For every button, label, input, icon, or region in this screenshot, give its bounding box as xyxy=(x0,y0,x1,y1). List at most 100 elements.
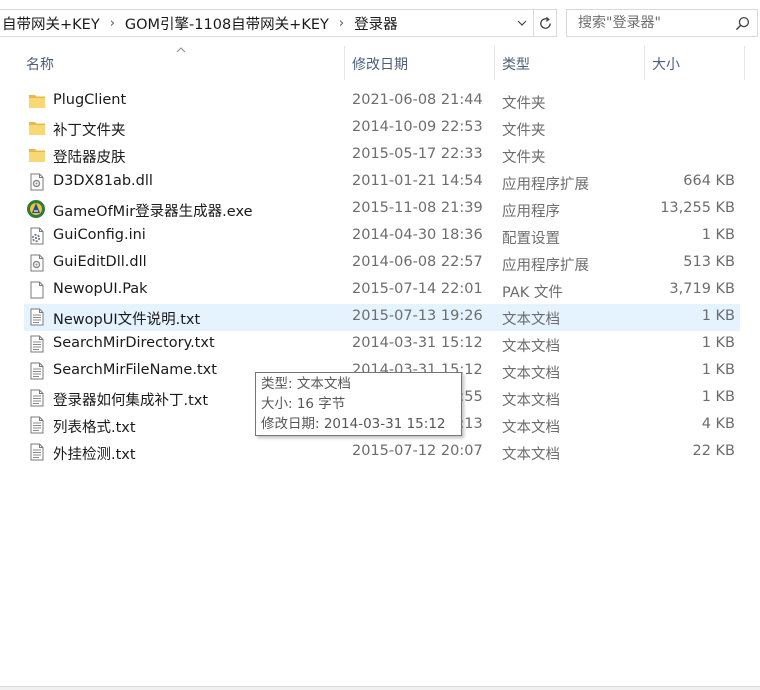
column-divider[interactable] xyxy=(344,46,345,80)
file-name: 列表格式.txt xyxy=(53,420,136,436)
file-size: 1 KB xyxy=(701,227,735,243)
column-type[interactable]: 类型 xyxy=(502,44,644,84)
file-name: GuiEditDll.dll xyxy=(53,254,147,270)
file-info-tooltip: 类型: 文本文档 大小: 16 字节 修改日期: 2014-03-31 15:1… xyxy=(255,372,462,436)
breadcrumb-item-engine[interactable]: GOM引擎-1108自带网关+KEY xyxy=(120,13,334,34)
file-row[interactable]: NewopUI文件说明.txt 2015-07-13 19:26 文本文档 1 KB xyxy=(24,304,740,331)
file-size: 13,255 KB xyxy=(660,200,735,216)
dll-file-icon xyxy=(28,173,46,191)
file-row[interactable]: 补丁文件夹 2014-10-09 22:53 文件夹 xyxy=(24,115,740,142)
file-date: 2015-05-17 22:33 xyxy=(352,146,483,162)
search-icon[interactable] xyxy=(735,16,750,31)
breadcrumb-item-current[interactable]: 登录器 xyxy=(349,13,403,34)
file-type: 配置设置 xyxy=(502,231,560,247)
file-size: 1 KB xyxy=(701,362,735,378)
folder-icon xyxy=(28,119,46,137)
file-row[interactable]: 外挂检测.txt 2015-07-12 20:07 文本文档 22 KB xyxy=(24,439,740,466)
file-row[interactable]: GameOfMir登录器生成器.exe 2015-11-08 21:39 应用程序 1… xyxy=(24,196,740,223)
file-name: 登录器如何集成补丁.txt xyxy=(53,393,209,409)
address-history-button[interactable] xyxy=(511,9,533,37)
file-type: PAK 文件 xyxy=(502,285,563,301)
column-divider[interactable] xyxy=(494,46,495,80)
file-size: 22 KB xyxy=(692,443,735,459)
file-type: 应用程序扩展 xyxy=(502,177,589,193)
file-row[interactable]: NewopUI.Pak 2015-07-14 22:01 PAK 文件 3,719 K… xyxy=(24,277,740,304)
file-name: SearchMirFileName.txt xyxy=(53,362,217,378)
window-bottom-edge xyxy=(0,686,760,690)
file-size: 4 KB xyxy=(701,416,735,432)
text-file-icon xyxy=(28,335,46,353)
file-name: 登陆器皮肤 xyxy=(53,150,126,166)
file-type: 文本文档 xyxy=(502,312,560,328)
file-type: 应用程序扩展 xyxy=(502,258,589,274)
text-file-icon xyxy=(28,362,46,380)
file-type: 文本文档 xyxy=(502,366,560,382)
exe-app-icon xyxy=(26,199,45,218)
tooltip-date: 修改日期: 2014-03-31 15:12 xyxy=(261,416,446,432)
address-bar: 自带网关+KEY › GOM引擎-1108自带网关+KEY › 登录器 xyxy=(0,0,760,44)
file-date: 2014-06-08 22:57 xyxy=(352,254,483,270)
file-name: NewopUI文件说明.txt xyxy=(53,312,201,328)
file-type: 文件夹 xyxy=(502,123,546,139)
breadcrumb-item-root[interactable]: 自带网关+KEY xyxy=(0,13,105,34)
file-row[interactable]: SearchMirDirectory.txt 2014-03-31 15:12 文本… xyxy=(24,331,740,358)
file-date: 2015-07-14 22:01 xyxy=(352,281,483,297)
file-type: 文本文档 xyxy=(502,393,560,409)
file-size: 1 KB xyxy=(701,389,735,405)
file-name: SearchMirDirectory.txt xyxy=(53,335,215,351)
file-date: 2015-07-13 19:26 xyxy=(352,308,483,324)
ini-file-icon xyxy=(28,227,46,245)
text-file-icon xyxy=(28,416,46,434)
file-type: 文本文档 xyxy=(502,420,560,436)
file-type: 文件夹 xyxy=(502,96,546,112)
refresh-button[interactable] xyxy=(533,9,557,37)
file-name: D3DX81ab.dll xyxy=(53,173,153,189)
file-row[interactable]: PlugClient 2021-06-08 21:44 文件夹 xyxy=(24,88,740,115)
file-name: PlugClient xyxy=(53,92,127,108)
file-type: 文本文档 xyxy=(502,339,560,355)
blank-file-icon xyxy=(28,281,46,299)
search-input[interactable] xyxy=(576,14,740,32)
breadcrumb[interactable]: 自带网关+KEY › GOM引擎-1108自带网关+KEY › 登录器 xyxy=(0,9,528,37)
file-date: 2011-01-21 14:54 xyxy=(352,173,483,189)
chevron-down-icon xyxy=(517,20,527,26)
file-size: 1 KB xyxy=(701,308,735,324)
file-size: 1 KB xyxy=(701,335,735,351)
text-file-icon xyxy=(28,308,46,326)
file-date: 2014-04-30 18:36 xyxy=(352,227,483,243)
folder-icon xyxy=(28,146,46,164)
file-type: 文件夹 xyxy=(502,150,546,166)
file-row[interactable]: GuiEditDll.dll 2014-06-08 22:57 应用程序扩展 513 … xyxy=(24,250,740,277)
file-date: 2015-11-08 21:39 xyxy=(352,200,483,216)
dll-file-icon xyxy=(28,254,46,272)
folder-icon xyxy=(28,92,46,110)
refresh-icon xyxy=(539,16,551,29)
column-divider[interactable] xyxy=(744,46,745,80)
column-size[interactable]: 大小 xyxy=(652,44,744,84)
file-name: GameOfMir登录器生成器.exe xyxy=(53,204,253,220)
column-name[interactable]: 名称 xyxy=(26,44,344,84)
breadcrumb-separator-icon[interactable]: › xyxy=(334,16,349,31)
column-header: 名称 修改日期 类型 大小 xyxy=(0,44,760,84)
breadcrumb-separator-icon[interactable]: › xyxy=(105,16,120,31)
tooltip-type: 类型: 文本文档 xyxy=(261,376,351,392)
text-file-icon xyxy=(28,443,46,461)
file-row[interactable]: 登陆器皮肤 2015-05-17 22:33 文件夹 xyxy=(24,142,740,169)
file-date: 2015-07-12 20:07 xyxy=(352,443,483,459)
file-row[interactable]: GuiConfig.ini 2014-04-30 18:36 配置设置 1 KB xyxy=(24,223,740,250)
file-date: 2014-10-09 22:53 xyxy=(352,119,483,135)
file-date: 2021-06-08 21:44 xyxy=(352,92,483,108)
file-row[interactable]: D3DX81ab.dll 2011-01-21 14:54 应用程序扩展 664 KB xyxy=(24,169,740,196)
column-date[interactable]: 修改日期 xyxy=(352,44,494,84)
file-size: 3,719 KB xyxy=(669,281,735,297)
column-divider[interactable] xyxy=(644,46,645,80)
file-type: 文本文档 xyxy=(502,447,560,463)
file-size: 513 KB xyxy=(683,254,735,270)
file-name: 补丁文件夹 xyxy=(53,123,126,139)
file-size: 664 KB xyxy=(683,173,735,189)
file-name: GuiConfig.ini xyxy=(53,227,146,243)
file-date: 2014-03-31 15:12 xyxy=(352,335,483,351)
file-type: 应用程序 xyxy=(502,204,560,220)
text-file-icon xyxy=(28,389,46,407)
search-box[interactable] xyxy=(566,9,758,37)
